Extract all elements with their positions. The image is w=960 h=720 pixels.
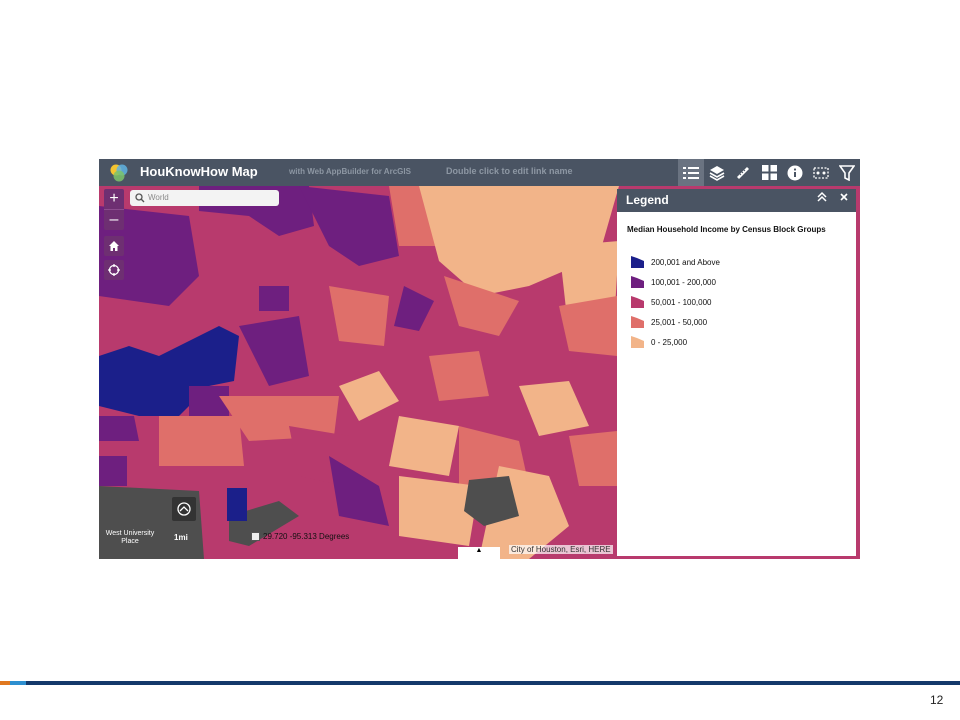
legend-button[interactable]: [678, 159, 704, 186]
map-attribution: City of Houston, Esri, HERE: [509, 545, 613, 554]
block-group: [159, 416, 244, 466]
coordinate-icon[interactable]: [251, 532, 260, 542]
compass-icon: [177, 502, 191, 516]
place-label: West University Place: [105, 530, 155, 545]
legend-header: Legend: [617, 189, 856, 212]
block-group: [99, 456, 127, 486]
legend-item-label: 100,001 - 200,000: [651, 278, 716, 287]
footer-accent-orange: [0, 681, 10, 685]
app-subtitle: with Web AppBuilder for ArcGIS: [289, 167, 411, 176]
select-button[interactable]: [808, 159, 834, 186]
close-icon[interactable]: [839, 191, 849, 206]
legend-swatch: [631, 276, 644, 288]
about-icon: [787, 165, 803, 180]
block-group: [99, 416, 139, 441]
search-input[interactable]: World: [148, 193, 169, 202]
layers-button[interactable]: [704, 159, 730, 186]
locate-icon: [108, 264, 120, 276]
legend-panel: Legend Median Household Income by Census…: [617, 189, 856, 556]
search-icon: [135, 193, 145, 203]
zoom-out-button[interactable]: –: [104, 209, 124, 230]
basemap-gallery-icon: [761, 165, 777, 180]
scale-bar: 1mi: [174, 533, 188, 542]
home-button[interactable]: [104, 236, 124, 256]
footer-accent-blue: [10, 681, 26, 685]
collapse-icon[interactable]: [817, 191, 827, 206]
app-header: HouKnowHow Map with Web AppBuilder for A…: [99, 159, 860, 186]
edit-link-name[interactable]: Double click to edit link name: [446, 166, 573, 176]
filter-icon: [839, 164, 855, 181]
legend-swatch: [631, 316, 644, 328]
legend-swatch: [631, 336, 644, 348]
legend-swatch: [631, 256, 644, 268]
select-icon: [813, 166, 829, 179]
coordinate-readout: 29.720 -95.313 Degrees: [251, 532, 350, 542]
header-toolbar: [678, 159, 860, 186]
about-button[interactable]: [782, 159, 808, 186]
coordinate-text: 29.720 -95.313 Degrees: [263, 532, 350, 541]
attribute-table-toggle[interactable]: ▲: [458, 547, 500, 559]
zoom-control: + –: [104, 189, 124, 230]
my-location-button[interactable]: [104, 260, 124, 280]
chevron-up-icon: ▲: [475, 547, 483, 554]
footer-bar: [0, 681, 960, 685]
legend-icon: [683, 166, 699, 179]
legend-item-label: 200,001 and Above: [651, 258, 720, 267]
basemap-gallery-button[interactable]: [756, 159, 782, 186]
legend-item-label: 50,001 - 100,000: [651, 298, 712, 307]
measure-icon: [737, 166, 749, 179]
legend-item-label: 0 - 25,000: [651, 338, 688, 347]
measure-button[interactable]: [730, 159, 756, 186]
legend-layer-title: Median Household Income by Census Block …: [627, 225, 826, 234]
page-number: 12: [930, 693, 944, 707]
legend-item-label: 25,001 - 50,000: [651, 318, 708, 327]
search-box[interactable]: World: [130, 190, 279, 206]
home-icon: [109, 241, 119, 251]
block-group: [227, 488, 247, 521]
zoom-in-button[interactable]: +: [104, 189, 124, 209]
legend-swatch: [631, 296, 644, 308]
filter-button[interactable]: [834, 159, 860, 186]
legend-title: Legend: [626, 193, 669, 207]
block-group: [259, 286, 289, 311]
block-group: [429, 351, 489, 401]
app-title: HouKnowHow Map: [140, 164, 258, 179]
map-app-window: HouKnowHow Map with Web AppBuilder for A…: [99, 159, 860, 559]
block-group: [389, 416, 459, 476]
app-logo-icon: [110, 164, 128, 182]
compass-button[interactable]: [172, 497, 196, 521]
layers-icon: [709, 165, 725, 181]
